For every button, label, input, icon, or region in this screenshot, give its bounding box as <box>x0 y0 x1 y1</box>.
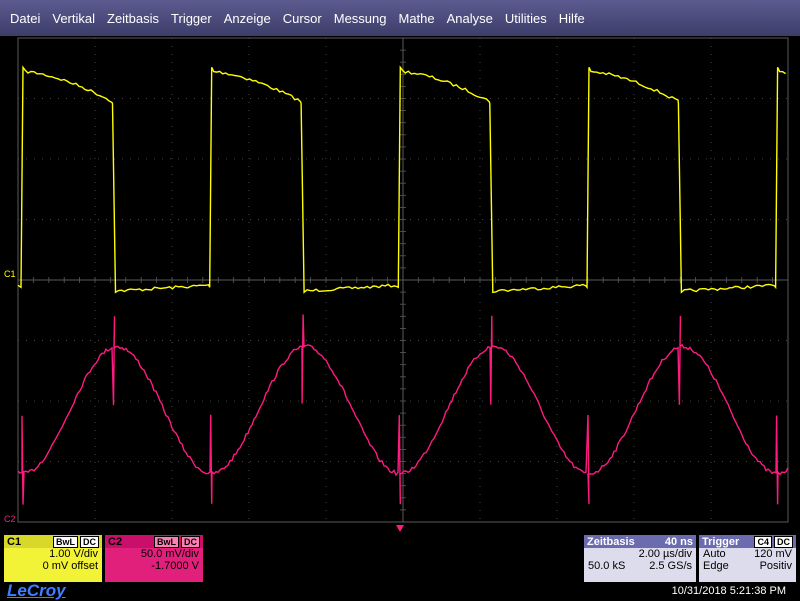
timebase-per-div: 2.00 µs/div <box>638 548 692 560</box>
ch2-label: C2 <box>108 535 123 548</box>
trigger-mode: Auto <box>703 548 726 560</box>
graticule-grid <box>17 37 789 523</box>
menu-analyse[interactable]: Analyse <box>441 11 499 26</box>
date-time-readout: 10/31/2018 5:21:38 PM <box>671 585 786 597</box>
menu-bar: Datei Vertikal Zeitbasis Trigger Anzeige… <box>0 0 800 36</box>
menu-mathe[interactable]: Mathe <box>392 11 440 26</box>
timebase-samples: 50.0 kS <box>588 560 626 572</box>
menu-cursor[interactable]: Cursor <box>277 11 328 26</box>
ch2-bwl-tag: BwL <box>154 535 179 548</box>
ch1-bwl-tag: BwL <box>53 535 78 548</box>
timebase-rate: 2.5 GS/s <box>649 560 692 572</box>
ch1-ground-marker[interactable]: C1 <box>4 269 16 279</box>
lecroy-logo: LeCroy <box>7 581 66 600</box>
trigger-type: Edge <box>703 560 729 572</box>
ch2-scale: 50.0 mV/div <box>140 548 199 560</box>
trigger-source-tag: C4 <box>754 535 772 548</box>
status-panel: C1 BwL DC 1.00 V/div 0 mV offset C2 BwL DC… <box>0 532 800 600</box>
ch2-offset: -1.7000 V <box>151 560 199 572</box>
ch1-trace <box>17 65 786 294</box>
waveform-graticule: C1 C2 <box>4 37 789 532</box>
scope-display: C1 C2 <box>0 36 800 532</box>
ch2-descriptor[interactable]: C2 BwL DC 50.0 mV/div -1.7000 V <box>105 535 203 582</box>
trigger-slope: Positiv <box>759 560 792 572</box>
ch1-scale: 1.00 V/div <box>49 548 98 560</box>
trigger-descriptor[interactable]: Trigger C4 DC Auto 120 mV Edge Positiv <box>699 535 796 582</box>
ch1-offset: 0 mV offset <box>42 560 98 572</box>
trigger-level: 120 mV <box>754 548 792 560</box>
ch1-descriptor[interactable]: C1 BwL DC 1.00 V/div 0 mV offset <box>4 535 102 582</box>
timebase-descriptor[interactable]: Zeitbasis 40 ns 2.00 µs/div 50.0 kS 2.5 … <box>584 535 696 582</box>
trigger-coupling-tag: DC <box>774 535 793 548</box>
menu-messung[interactable]: Messung <box>328 11 393 26</box>
timebase-title: Zeitbasis <box>587 535 635 548</box>
trigger-title: Trigger <box>702 535 740 548</box>
menu-vertikal[interactable]: Vertikal <box>46 11 101 26</box>
menu-anzeige[interactable]: Anzeige <box>218 11 277 26</box>
ch1-label: C1 <box>7 535 22 548</box>
menu-utilities[interactable]: Utilities <box>499 11 553 26</box>
ch2-offset-marker[interactable]: C2 <box>4 514 16 524</box>
ch2-coupling-tag: DC <box>181 535 200 548</box>
timebase-delay: 40 ns <box>664 535 693 548</box>
menu-trigger[interactable]: Trigger <box>165 11 218 26</box>
menu-zeitbasis[interactable]: Zeitbasis <box>101 11 165 26</box>
trigger-position-marker[interactable] <box>396 525 404 532</box>
menu-hilfe[interactable]: Hilfe <box>553 11 591 26</box>
menu-datei[interactable]: Datei <box>4 11 46 26</box>
ch1-coupling-tag: DC <box>80 535 99 548</box>
